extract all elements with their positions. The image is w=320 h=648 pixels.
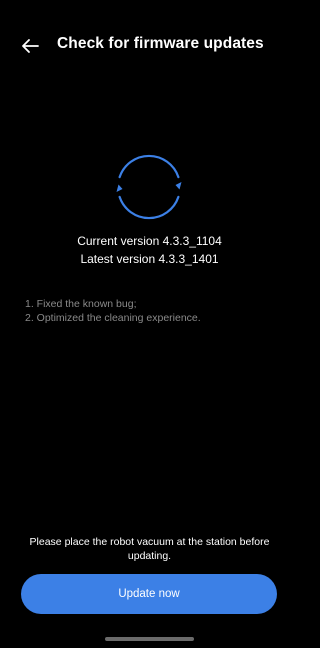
- header: Check for firmware updates: [0, 28, 299, 64]
- sync-icon: [113, 152, 185, 222]
- release-note-item: 2. Optimized the cleaning experience.: [25, 312, 201, 324]
- arrow-left-icon: [22, 39, 39, 53]
- current-version: Current version 4.3.3_1104: [77, 234, 222, 248]
- update-now-button[interactable]: Update now: [21, 574, 277, 614]
- release-notes: 1. Fixed the known bug; 2. Optimized the…: [25, 297, 201, 325]
- release-note-item: 1. Fixed the known bug;: [25, 298, 137, 310]
- station-hint: Please place the robot vacuum at the sta…: [29, 536, 270, 562]
- home-indicator[interactable]: [105, 637, 194, 641]
- latest-version: Latest version 4.3.3_1401: [80, 252, 219, 266]
- page-title: Check for firmware updates: [57, 35, 264, 52]
- back-button[interactable]: [16, 32, 44, 60]
